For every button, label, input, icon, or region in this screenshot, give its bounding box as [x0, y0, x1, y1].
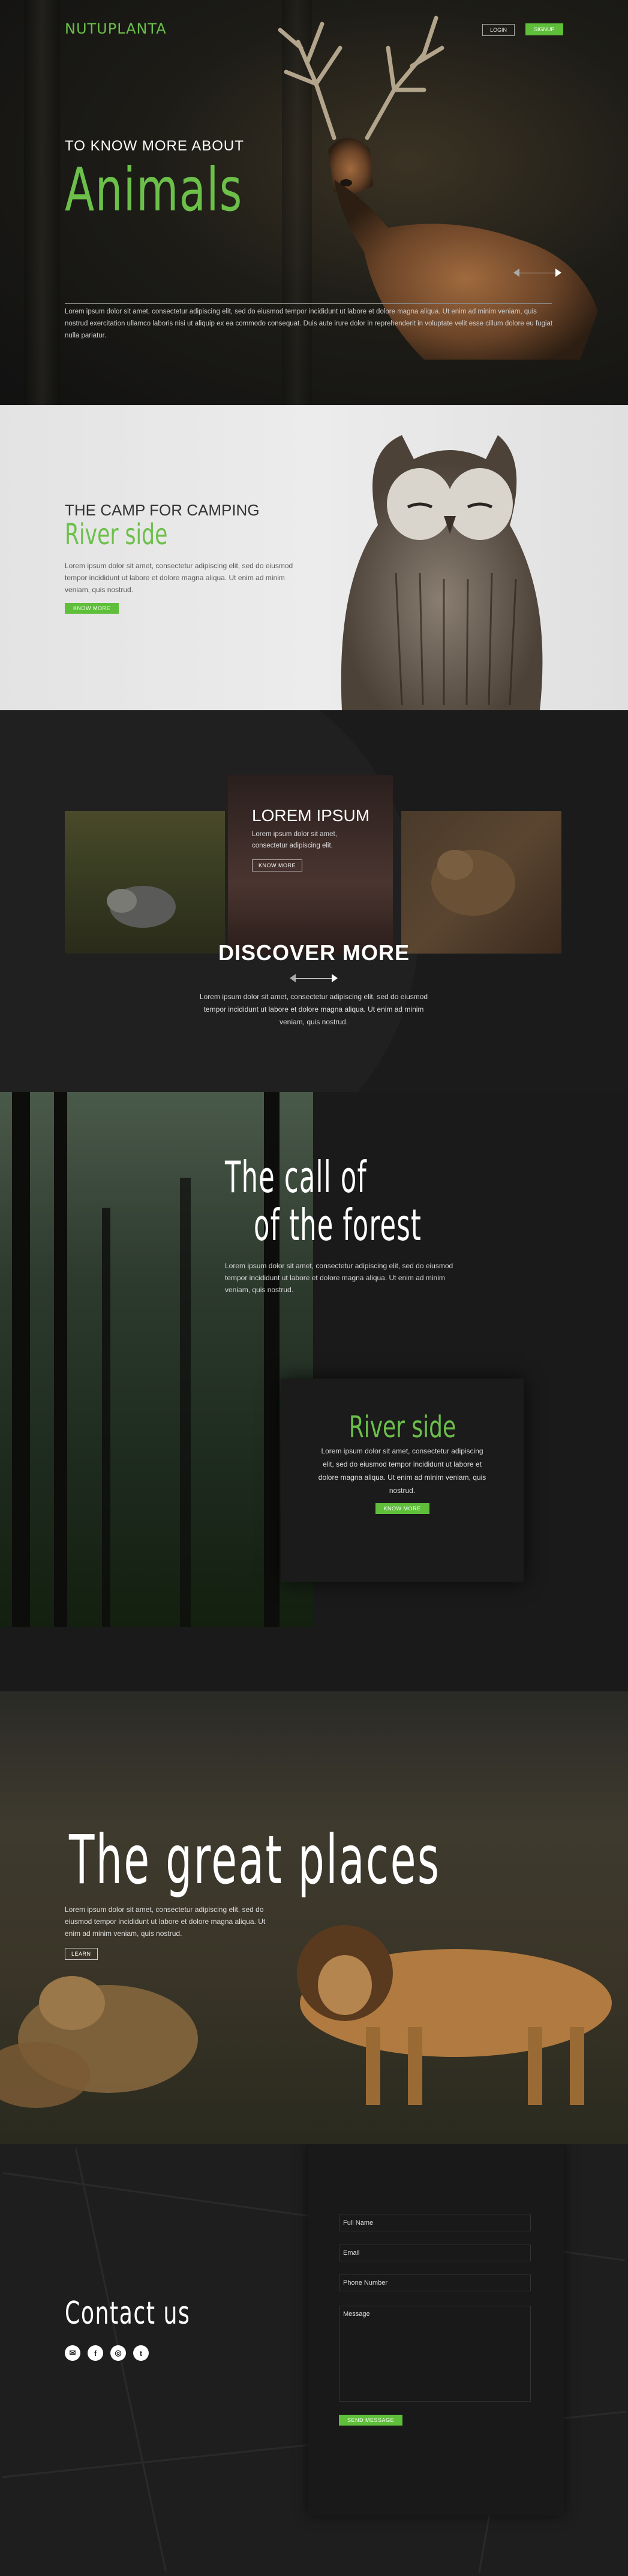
forest-paragraph: Lorem ipsum dolor sit amet, consectetur … — [225, 1262, 453, 1294]
contact-section: Contact us ✉ f ◎ t Full Name Email Phone… — [0, 2144, 628, 2576]
card-bear-image[interactable] — [401, 811, 561, 954]
hero-section: NUTUPLANTA LOGIN SIGNUP TO KNOW MORE ABO… — [0, 0, 628, 405]
tree-trunk — [102, 1208, 110, 1627]
hero-divider — [65, 303, 552, 304]
arrow-right-icon[interactable] — [332, 974, 338, 982]
hero-paragraph: Lorem ipsum dolor sit amet, consectetur … — [65, 308, 553, 339]
bear-illustration — [431, 850, 515, 916]
contact-form: Full Name Email Phone Number Message SEN… — [308, 2144, 564, 2515]
card-raccoon-image[interactable] — [65, 811, 225, 954]
river-side-title: River side — [281, 1410, 524, 1444]
river-side-know-more-button[interactable]: KNOW MORE — [375, 1503, 429, 1514]
brand-logo[interactable]: NUTUPLANTA — [65, 20, 167, 37]
river-side-title-text: River side — [348, 1410, 456, 1444]
twitter-icon[interactable]: t — [133, 2345, 149, 2361]
discover-slider-control[interactable] — [290, 973, 338, 985]
places-title: The great places — [69, 1821, 441, 1899]
forest-title: The call of of the forest — [225, 1153, 422, 1249]
instagram-icon[interactable]: ◎ — [110, 2345, 126, 2361]
discover-title: DISCOVER MORE — [218, 940, 410, 965]
places-learn-button[interactable]: LEARN — [65, 1948, 98, 1960]
slider-divider — [295, 978, 333, 979]
camp-paragraph: Lorem ipsum dolor sit amet, consectetur … — [65, 562, 293, 594]
camp-subtitle: THE CAMP FOR CAMPING — [65, 501, 260, 519]
email-field[interactable]: Email — [339, 2245, 531, 2261]
facebook-icon[interactable]: f — [88, 2345, 103, 2361]
river-side-button-wrap: KNOW MORE — [281, 1503, 524, 1514]
discover-paragraph: Lorem ipsum dolor sit amet, consectetur … — [199, 993, 428, 1026]
tree-trunk — [54, 1092, 67, 1627]
hero-slider-control[interactable] — [513, 267, 561, 279]
phone-field[interactable]: Phone Number — [339, 2275, 531, 2291]
login-button[interactable]: LOGIN — [482, 24, 515, 36]
hero-title: Animals — [65, 155, 243, 225]
mail-icon[interactable]: ✉ — [65, 2345, 80, 2361]
forest-title-line2: of the forest — [254, 1200, 422, 1250]
full-name-field[interactable]: Full Name — [339, 2215, 531, 2231]
camp-know-more-button[interactable]: KNOW MORE — [65, 603, 119, 614]
forest-section: The call of of the forest Lorem ipsum do… — [0, 1092, 628, 1691]
raccoon-illustration — [107, 886, 176, 928]
forest-title-line1: The call of — [225, 1152, 367, 1202]
card-title: LOREM IPSUM — [252, 806, 370, 825]
places-section: The great places Lorem ipsum dolor sit a… — [0, 1691, 628, 2144]
deer-image — [278, 16, 598, 360]
camp-title: River side — [65, 518, 168, 551]
river-side-box: River side Lorem ipsum dolor sit amet, c… — [281, 1379, 524, 1582]
river-side-paragraph: Lorem ipsum dolor sit amet, consectetur … — [318, 1447, 486, 1495]
hero-subtitle: TO KNOW MORE ABOUT — [65, 138, 244, 154]
background-tree — [24, 0, 60, 405]
contact-title: Contact us — [65, 2296, 191, 2331]
discover-section: LOREM IPSUM Lorem ipsum dolor sit amet, … — [0, 710, 628, 1092]
message-field[interactable]: Message — [339, 2306, 531, 2402]
owl-image — [341, 435, 543, 710]
camp-section: THE CAMP FOR CAMPING River side Lorem ip… — [0, 405, 628, 710]
card-know-more-button[interactable]: KNOW MORE — [252, 859, 302, 871]
tree-trunk — [180, 1178, 191, 1627]
places-paragraph: Lorem ipsum dolor sit amet, consectetur … — [65, 1905, 266, 1938]
send-message-button[interactable]: SEND MESSAGE — [339, 2415, 403, 2426]
signup-button[interactable]: SIGNUP — [525, 23, 563, 35]
card-paragraph: Lorem ipsum dolor sit amet, consectetur … — [252, 831, 337, 849]
tree-trunk — [12, 1092, 30, 1627]
card-featured[interactable]: LOREM IPSUM Lorem ipsum dolor sit amet, … — [228, 775, 393, 955]
social-links: ✉ f ◎ t — [65, 2345, 149, 2361]
arrow-right-icon[interactable] — [555, 269, 561, 277]
